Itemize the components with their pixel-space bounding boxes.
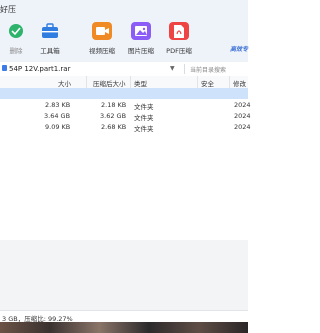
column-divider[interactable] <box>229 76 230 88</box>
search-placeholder: 当前目录搜索 <box>190 67 227 74</box>
table-row[interactable]: 9.09 KB 2.68 KB 文件夹 2024 <box>0 122 251 133</box>
parent-folder-row[interactable] <box>0 88 248 99</box>
column-type[interactable]: 类型 <box>134 78 147 88</box>
chevron-down-icon[interactable]: ▼ <box>170 65 175 72</box>
recycle-delete-icon <box>6 22 26 40</box>
column-security[interactable]: 安全 <box>201 78 214 88</box>
toolbox-button[interactable]: 工具箱 <box>30 22 70 55</box>
cell-type: 文件夹 <box>134 114 154 122</box>
column-modified[interactable]: 修改 <box>233 78 246 88</box>
cell-packed-size: 2.18 KB <box>101 101 127 109</box>
column-divider[interactable] <box>130 76 131 88</box>
cell-packed-size: 3.62 GB <box>100 112 127 120</box>
image-compress-icon <box>131 22 151 40</box>
video-compress-label: 视频压缩 <box>89 47 115 55</box>
search-input[interactable]: 当前目录搜索 <box>184 64 249 74</box>
video-compress-button[interactable]: 视频压缩 <box>82 22 122 55</box>
image-compress-label: 图片压缩 <box>128 47 154 55</box>
table-row[interactable]: 3.64 GB 3.62 GB 文件夹 2024 <box>0 111 251 122</box>
path-bar: 54P 12V.part1.rar ▼ 当前目录搜索 <box>0 62 248 77</box>
column-divider[interactable] <box>197 76 198 88</box>
brand-slogan: 高效专 <box>229 46 248 53</box>
cell-packed-size: 2.68 KB <box>101 123 127 131</box>
column-size[interactable]: 大小 <box>58 78 71 88</box>
cell-type: 文件夹 <box>134 125 154 133</box>
video-compress-icon <box>92 22 112 40</box>
cell-modified: 2024 <box>234 112 251 120</box>
desktop-background <box>0 322 248 333</box>
cell-modified: 2024 <box>234 101 251 109</box>
pdf-compress-label: PDF压缩 <box>166 47 192 55</box>
app-title: 好压 <box>0 5 16 14</box>
empty-list-area <box>0 240 248 310</box>
archive-icon <box>2 65 7 71</box>
toolbox-label: 工具箱 <box>40 47 60 55</box>
cell-size: 9.09 KB <box>45 123 71 131</box>
column-divider[interactable] <box>86 76 87 88</box>
toolbox-icon <box>40 22 60 40</box>
column-packed-size[interactable]: 压缩后大小 <box>93 78 126 88</box>
cell-size: 3.64 GB <box>44 112 71 120</box>
toolbar: 好压 删除 工具箱 视频压缩 图片压缩 PDF压缩 高效专 <box>0 0 248 63</box>
pdf-compress-icon <box>169 22 189 40</box>
pdf-compress-button[interactable]: PDF压缩 <box>159 22 199 55</box>
cell-size: 2.83 KB <box>45 101 71 109</box>
table-row[interactable]: 2.83 KB 2.18 KB 文件夹 2024 <box>0 100 251 111</box>
cell-type: 文件夹 <box>134 103 154 111</box>
cell-modified: 2024 <box>234 123 251 131</box>
path-input[interactable]: 54P 12V.part1.rar <box>9 65 70 73</box>
image-compress-button[interactable]: 图片压缩 <box>121 22 161 55</box>
